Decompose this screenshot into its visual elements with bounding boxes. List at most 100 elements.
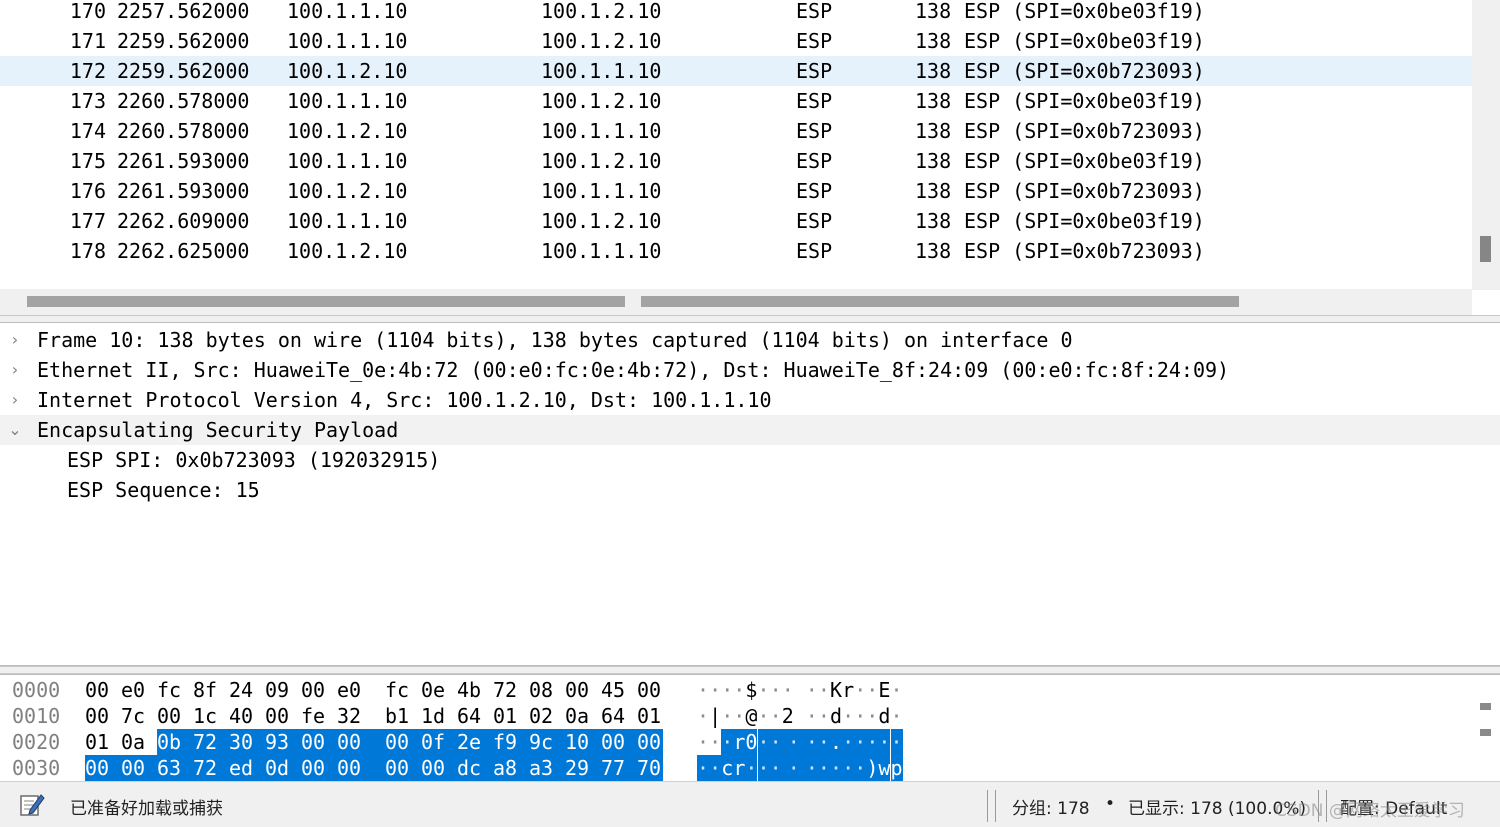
capture-ready-icon[interactable]: [18, 790, 46, 818]
ascii-char[interactable]: ): [866, 755, 879, 781]
ascii-char[interactable]: ·: [697, 729, 709, 755]
ascii-char[interactable]: K: [830, 677, 842, 703]
ascii-char[interactable]: ·: [891, 677, 903, 703]
ascii-char[interactable]: ·: [842, 729, 855, 755]
hex-byte[interactable]: 00: [301, 729, 337, 755]
hex-byte[interactable]: 93: [265, 729, 301, 755]
hex-dump-row[interactable]: 0010 00 7c 00 1c 40 00 fe 32 b1 1d 64 01 02 0a 64 01 · | · ·…: [0, 703, 1472, 729]
ascii-char[interactable]: .: [830, 729, 843, 755]
packet-row[interactable]: 174 2260.578000 100.1.2.10 100.1.1.10 ESP 138…: [0, 116, 1472, 146]
hex-byte[interactable]: 64: [601, 703, 627, 729]
ascii-char[interactable]: ·: [854, 703, 866, 729]
ascii-char[interactable]: ·: [709, 677, 721, 703]
ascii-char[interactable]: $: [745, 677, 757, 703]
ascii-char[interactable]: ·: [806, 677, 818, 703]
packet-row[interactable]: 175 2261.593000 100.1.1.10 100.1.2.10 ESP 138…: [0, 146, 1472, 176]
chevron-right-icon[interactable]: ›: [6, 385, 24, 415]
hex-byte[interactable]: f9: [493, 729, 529, 755]
hex-byte[interactable]: dc: [457, 755, 493, 781]
hex-byte[interactable]: fc: [157, 677, 183, 703]
hex-byte[interactable]: 30: [229, 729, 265, 755]
ascii-char[interactable]: ·: [806, 703, 818, 729]
ascii-char[interactable]: ·: [818, 703, 830, 729]
ascii-char[interactable]: ·: [817, 729, 830, 755]
pane-splitter-bottom[interactable]: [0, 666, 1500, 674]
ascii-char[interactable]: ·: [721, 677, 733, 703]
hex-dump-row[interactable]: 0030 00 00 63 72 ed 0d 00 00 00 00 dc a8 a3 29 77 70 · · c r…: [0, 755, 1472, 781]
hex-byte[interactable]: 00: [565, 677, 591, 703]
details-tree-item[interactable]: › Frame 10: 138 bytes on wire (1104 bits)…: [0, 325, 1500, 355]
hex-byte[interactable]: 00: [337, 755, 385, 781]
hex-byte[interactable]: 0e: [421, 677, 447, 703]
ascii-char[interactable]: ·: [842, 755, 855, 781]
hex-byte[interactable]: 24: [229, 677, 255, 703]
hex-byte[interactable]: 00: [301, 755, 337, 781]
ascii-char[interactable]: ·: [758, 703, 770, 729]
chevron-down-icon[interactable]: ⌄: [6, 415, 24, 445]
packet-row[interactable]: 178 2262.625000 100.1.2.10 100.1.1.10 ESP 138…: [0, 236, 1472, 266]
ascii-char[interactable]: ·: [770, 703, 782, 729]
packet-list-vertical-scrollbar[interactable]: [1472, 0, 1500, 290]
ascii-char[interactable]: ·: [782, 677, 794, 703]
ascii-char[interactable]: r: [733, 729, 746, 755]
ascii-char[interactable]: p: [890, 755, 903, 781]
hex-byte[interactable]: 00: [637, 729, 663, 755]
hex-byte[interactable]: 63: [157, 755, 193, 781]
hex-byte[interactable]: 4b: [457, 677, 483, 703]
hex-byte[interactable]: 70: [637, 755, 663, 781]
hex-byte[interactable]: 00: [121, 755, 157, 781]
hex-byte[interactable]: 9c: [529, 729, 565, 755]
hex-dump-row[interactable]: 0000 00 e0 fc 8f 24 09 00 e0 fc 0e 4b 72 08 00 45 00 · · · ·…: [0, 677, 1472, 703]
hex-byte[interactable]: 72: [193, 729, 229, 755]
ascii-char[interactable]: ·: [733, 703, 745, 729]
packet-list-pane[interactable]: 170 2257.562000 100.1.1.10 100.1.2.10 ESP 138…: [0, 0, 1500, 318]
hex-byte[interactable]: a3: [529, 755, 565, 781]
ascii-char[interactable]: ·: [854, 677, 866, 703]
hex-byte[interactable]: 72: [493, 677, 519, 703]
ascii-char[interactable]: ·: [781, 729, 806, 755]
packet-row[interactable]: 173 2260.578000 100.1.1.10 100.1.2.10 ESP 138…: [0, 86, 1472, 116]
hex-byte[interactable]: 01: [637, 703, 663, 729]
hex-byte[interactable]: 08: [529, 677, 555, 703]
hex-byte[interactable]: 01: [85, 729, 111, 755]
ascii-char[interactable]: ·: [721, 729, 734, 755]
hex-byte[interactable]: 00: [385, 755, 421, 781]
hex-byte[interactable]: e0: [121, 677, 147, 703]
hex-byte[interactable]: 8f: [193, 677, 219, 703]
hex-byte[interactable]: 0a: [121, 729, 147, 755]
ascii-char[interactable]: ·: [770, 677, 782, 703]
hex-byte[interactable]: 00: [385, 729, 421, 755]
packet-bytes-pane[interactable]: 0000 00 e0 fc 8f 24 09 00 e0 fc 0e 4b 72 08 00 45 00 · · · ·…: [0, 674, 1500, 781]
ascii-char[interactable]: |: [709, 703, 721, 729]
hex-byte[interactable]: 77: [601, 755, 637, 781]
ascii-char[interactable]: d: [878, 703, 890, 729]
hex-byte[interactable]: 00: [85, 703, 111, 729]
ascii-char[interactable]: ·: [721, 703, 733, 729]
ascii-char[interactable]: ·: [854, 755, 867, 781]
ascii-char[interactable]: ·: [854, 729, 867, 755]
ascii-char[interactable]: ·: [890, 729, 903, 755]
hex-byte[interactable]: 02: [529, 703, 555, 729]
hex-byte[interactable]: 72: [193, 755, 229, 781]
ascii-char[interactable]: w: [878, 755, 891, 781]
hex-byte[interactable]: ed: [229, 755, 265, 781]
ascii-char[interactable]: ·: [830, 755, 843, 781]
packet-row[interactable]: 171 2259.562000 100.1.1.10 100.1.2.10 ESP 138…: [0, 26, 1472, 56]
details-tree-item[interactable]: ⌄ Encapsulating Security Payload: [0, 415, 1500, 445]
ascii-char[interactable]: ·: [757, 729, 770, 755]
hex-byte[interactable]: fe: [301, 703, 327, 729]
details-tree-child[interactable]: ESP Sequence: 15: [0, 475, 1500, 505]
hex-byte[interactable]: 0f: [421, 729, 457, 755]
ascii-char[interactable]: ·: [745, 755, 758, 781]
ascii-char[interactable]: 2: [782, 703, 794, 729]
ascii-char[interactable]: ·: [866, 703, 878, 729]
packet-row[interactable]: 176 2261.593000 100.1.2.10 100.1.1.10 ESP 138…: [0, 176, 1472, 206]
hex-byte[interactable]: e0: [337, 677, 363, 703]
ascii-char[interactable]: ·: [818, 677, 830, 703]
ascii-char[interactable]: ·: [709, 729, 721, 755]
hex-byte[interactable]: a8: [493, 755, 529, 781]
vertical-scroll-thumb[interactable]: [1480, 236, 1491, 262]
ascii-char[interactable]: c: [721, 755, 734, 781]
hex-byte[interactable]: 00: [85, 677, 111, 703]
hex-byte[interactable]: 7c: [121, 703, 147, 729]
